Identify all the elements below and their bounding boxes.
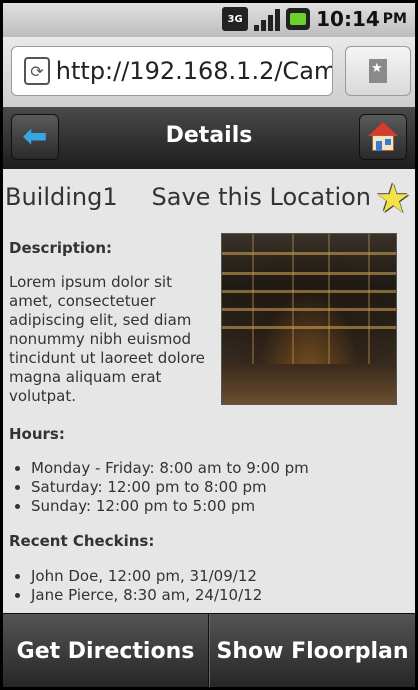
globe-icon: ⟳ (24, 57, 50, 85)
url-field[interactable]: ⟳ http://192.168.1.2/Cam... (11, 46, 333, 96)
status-icons: 3G 10:14 PM (222, 7, 407, 31)
building-photo (221, 233, 397, 405)
3g-icon: 3G (222, 7, 249, 31)
building-name-row: Building1 Save this Location ★ (3, 179, 415, 219)
save-location-label[interactable]: Save this Location (152, 183, 371, 211)
home-icon (368, 122, 398, 152)
checkins-list: John Doe, 12:00 pm, 31/09/12 Jane Pierce… (9, 567, 262, 605)
home-button[interactable] (359, 114, 407, 160)
hours-list: Monday - Friday: 8:00 am to 9:00 pm Satu… (9, 459, 309, 516)
status-ampm: PM (382, 11, 407, 27)
status-time: 10:14 (316, 7, 380, 31)
list-item: Monday - Friday: 8:00 am to 9:00 pm (31, 459, 309, 478)
status-bar: 3G 10:14 PM (3, 3, 415, 37)
list-item: Saturday: 12:00 pm to 8:00 pm (31, 478, 309, 497)
list-item: John Doe, 12:00 pm, 31/09/12 (31, 567, 262, 586)
bookmark-button[interactable] (345, 46, 411, 96)
phone-screen: 3G 10:14 PM ⟳ http://192.168.1.2/Cam... … (3, 3, 415, 687)
signal-icon (254, 7, 281, 31)
show-floorplan-button[interactable]: Show Floorplan (209, 614, 415, 687)
list-item: Sunday: 12:00 pm to 5:00 pm (31, 497, 309, 516)
page-title: Details (165, 123, 253, 148)
description-text: Lorem ipsum dolor sit amet, consectetuer… (9, 273, 205, 405)
get-directions-button[interactable]: Get Directions (3, 614, 209, 687)
hours-heading: Hours: (9, 425, 65, 443)
bottom-action-bar: Get Directions Show Floorplan (3, 613, 415, 687)
checkins-heading: Recent Checkins: (9, 532, 155, 550)
list-item: Jane Pierce, 8:30 am, 24/10/12 (31, 586, 262, 605)
battery-icon (286, 8, 311, 30)
url-text: http://192.168.1.2/Cam... (55, 57, 332, 85)
details-content: Building1 Save this Location ★ Descripti… (3, 169, 415, 613)
browser-toolbar: ⟳ http://192.168.1.2/Cam... (3, 37, 415, 107)
bookmark-icon (369, 59, 387, 83)
building-name: Building1 (5, 183, 118, 211)
page-header: ⬅ Details (3, 107, 415, 170)
star-icon[interactable]: ★ (375, 179, 411, 219)
description-heading: Description: (9, 239, 113, 257)
